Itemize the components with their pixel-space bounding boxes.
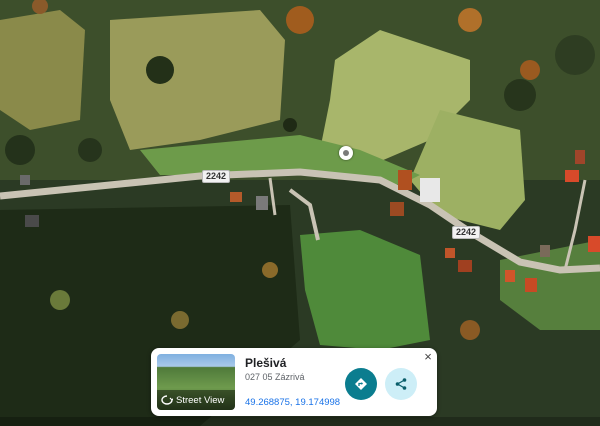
share-button[interactable] [385,368,417,400]
place-address: 027 05 Zázrivá [245,372,305,382]
directions-icon [355,378,367,390]
location-pin-icon[interactable] [339,146,353,160]
directions-button[interactable] [345,368,377,400]
street-view-icon [161,395,173,405]
map-attribution [0,417,600,426]
share-icon [395,378,407,390]
place-info-card: Street View Plešivá 027 05 Zázrivá 49.26… [151,348,437,416]
place-coordinates[interactable]: 49.268875, 19.174998 [245,397,340,408]
street-view-thumbnail[interactable]: Street View [157,354,235,410]
street-view-label: Street View [176,394,225,406]
road-number-label: 2242 [202,170,231,183]
road-number-label: 2242 [452,226,481,239]
place-title: Plešivá [245,356,287,370]
street-view-badge[interactable]: Street View [157,390,235,410]
close-icon[interactable]: × [421,350,435,364]
satellite-map[interactable]: 2242 2242 Street View Plešivá 027 05 Záz… [0,0,600,426]
